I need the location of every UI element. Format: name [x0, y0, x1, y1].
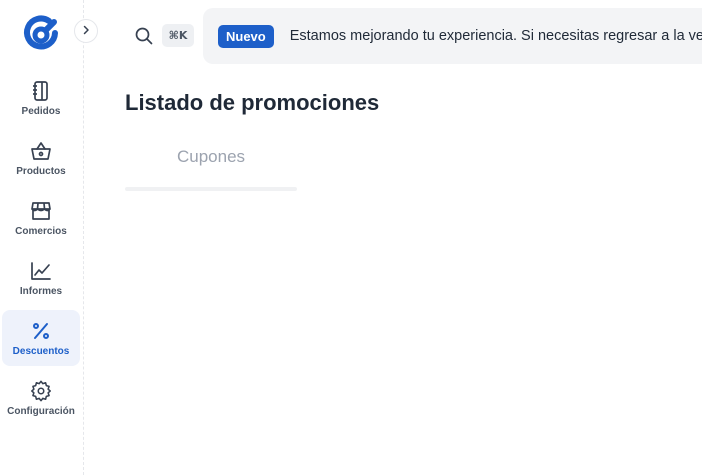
tab-cupones[interactable]: Cupones	[125, 140, 297, 192]
banner-text: Estamos mejorando tu experiencia. Si nec…	[289, 28, 702, 44]
sidebar-item-productos[interactable]: Productos	[2, 130, 80, 186]
sidebar-item-pedidos[interactable]: Pedidos	[2, 70, 80, 126]
tab-underline	[125, 187, 297, 191]
sidebar-item-label: Productos	[16, 165, 66, 177]
sidebar-item-descuentos[interactable]: Descuentos	[2, 310, 80, 366]
search-shortcut-badge: ⌘K	[162, 24, 194, 47]
basket-icon	[30, 140, 52, 162]
sidebar-collapse-button[interactable]	[74, 19, 98, 43]
notebook-icon	[30, 80, 52, 102]
sidebar: Pedidos Productos Comercios Informes Des…	[0, 0, 84, 475]
sidebar-item-label: Pedidos	[21, 105, 61, 117]
line-chart-icon	[30, 260, 52, 282]
sidebar-item-label: Comercios	[15, 225, 67, 237]
chevron-right-icon	[81, 22, 91, 40]
new-badge: Nuevo	[218, 24, 274, 48]
sidebar-item-configuracion[interactable]: Configuración	[2, 370, 80, 426]
sidebar-item-label: Descuentos	[12, 345, 70, 357]
search-button[interactable]	[134, 26, 154, 46]
announcement-banner: Nuevo Estamos mejorando tu experiencia. …	[203, 8, 702, 64]
tab-label: Cupones	[176, 147, 246, 166]
app-logo[interactable]	[21, 13, 61, 53]
search-icon	[134, 27, 154, 50]
sidebar-item-comercios[interactable]: Comercios	[2, 190, 80, 246]
page-title: Listado de promociones	[125, 90, 380, 115]
percent-icon	[30, 320, 52, 342]
sidebar-item-label: Configuración	[7, 405, 75, 417]
store-icon	[30, 200, 52, 222]
sidebar-item-label: Informes	[19, 285, 63, 297]
gear-icon	[30, 380, 52, 402]
sidebar-item-informes[interactable]: Informes	[2, 250, 80, 306]
